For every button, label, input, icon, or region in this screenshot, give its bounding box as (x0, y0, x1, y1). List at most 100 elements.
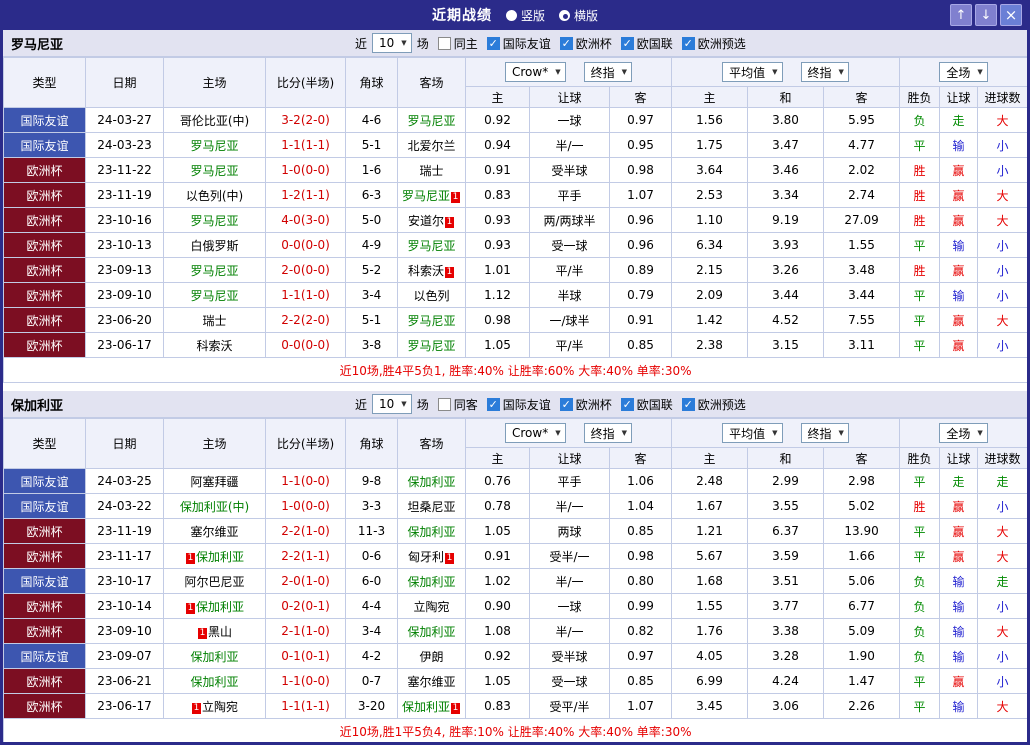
home-team[interactable]: 1 黑山 (163, 618, 266, 644)
away-team[interactable]: 保加利亚 (397, 568, 466, 594)
result-wdl: 平 (899, 543, 941, 569)
checkbox-unchecked-icon (437, 397, 451, 411)
away-team[interactable]: 科索沃 1 (397, 257, 466, 283)
layout-radio-horizontal[interactable]: 横版 (559, 7, 598, 24)
red-card-icon: 1 (191, 702, 201, 714)
result-goals: 小 (977, 593, 1027, 619)
home-team[interactable]: 罗马尼亚 (163, 157, 266, 183)
fulltime-select[interactable]: 全场 ▼ (939, 62, 988, 82)
away-team[interactable]: 罗马尼亚 (397, 332, 466, 358)
away-team[interactable]: 罗马尼亚 (397, 232, 466, 258)
odds-handicap: 一/球半 (529, 307, 610, 333)
avg-odds-select[interactable]: 平均值 ▼ (722, 62, 783, 82)
competition-checkbox-friendly[interactable]: ✓ 国际友谊 (486, 396, 551, 413)
away-team[interactable]: 罗马尼亚 1 (397, 182, 466, 208)
match-count-select[interactable]: 10 ▼ (372, 394, 412, 414)
scroll-down-button[interactable]: ↓ (975, 4, 997, 26)
competition-checkbox-eurocup[interactable]: ✓ 欧洲杯 (559, 35, 612, 52)
home-team[interactable]: 罗马尼亚 (163, 207, 266, 233)
match-score: 0-0(0-0) (265, 232, 346, 258)
home-team[interactable]: 罗马尼亚 (163, 257, 266, 283)
home-team[interactable]: 科索沃 (163, 332, 266, 358)
away-team[interactable]: 安道尔 1 (397, 207, 466, 233)
corner-score: 4-6 (345, 107, 398, 133)
away-team[interactable]: 立陶宛 (397, 593, 466, 619)
layout-radio-vertical[interactable]: 竖版 (505, 7, 545, 24)
avg-home: 2.15 (671, 257, 749, 283)
home-team[interactable]: 阿塞拜疆 (163, 468, 266, 494)
away-team[interactable]: 保加利亚 1 (397, 693, 466, 719)
home-team[interactable]: 阿尔巴尼亚 (163, 568, 266, 594)
match-row: 欧洲杯 23-10-14 1 保加利亚 0-2(0-1) 4-4 立陶宛 0.90 一球 0.99… (3, 593, 1027, 619)
away-team[interactable]: 保加利亚 (397, 618, 466, 644)
away-team[interactable]: 罗马尼亚 (397, 107, 466, 133)
odds-time-select[interactable]: 终指 ▼ (583, 423, 633, 443)
odds-time-select[interactable]: 终指 ▼ (583, 62, 633, 82)
match-score: 2-2(1-1) (265, 543, 346, 569)
competition-checkbox-euro-qualifiers[interactable]: ✓ 欧洲预选 (681, 396, 746, 413)
odds-company-select[interactable]: Crow* ▼ (505, 62, 566, 82)
close-button[interactable]: × (1000, 4, 1022, 26)
home-team[interactable]: 瑞士 (163, 307, 266, 333)
match-date: 23-10-16 (85, 207, 164, 233)
avg-away: 7.55 (823, 307, 901, 333)
home-team[interactable]: 白俄罗斯 (163, 232, 266, 258)
match-date: 23-09-07 (85, 643, 164, 669)
away-team[interactable]: 以色列 (397, 282, 466, 308)
competition-checkbox-nations-league[interactable]: ✓ 欧国联 (620, 35, 673, 52)
competition-checkbox-friendly[interactable]: ✓ 国际友谊 (486, 35, 551, 52)
away-team[interactable]: 坦桑尼亚 (397, 493, 466, 519)
result-handicap: 输 (939, 593, 979, 619)
avg-time-select[interactable]: 终指 ▼ (800, 62, 849, 82)
away-team[interactable]: 罗马尼亚 (397, 307, 466, 333)
avg-time-select[interactable]: 终指 ▼ (800, 423, 849, 443)
home-team[interactable]: 1 保加利亚 (163, 543, 266, 569)
home-team[interactable]: 罗马尼亚 (163, 132, 266, 158)
match-row: 欧洲杯 23-06-21 保加利亚 1-1(0-0) 0-7 塞尔维亚 1.05 受一球 0.8… (3, 668, 1027, 694)
odds-source-group: Crow* ▼ 终指 ▼ (464, 418, 673, 448)
avg-away: 1.90 (823, 643, 901, 669)
result-wdl: 平 (899, 332, 941, 358)
home-team[interactable]: 以色列(中) (163, 182, 266, 208)
avg-draw: 3.51 (747, 568, 825, 594)
odds-company-select[interactable]: Crow* ▼ (505, 423, 566, 443)
match-count-select[interactable]: 10 ▼ (372, 33, 412, 53)
result-handicap: 输 (939, 568, 979, 594)
competition-checkbox-eurocup[interactable]: ✓ 欧洲杯 (559, 396, 612, 413)
competition-checkbox-nations-league[interactable]: ✓ 欧国联 (620, 396, 673, 413)
col-date: 日期 (85, 418, 164, 469)
away-team[interactable]: 伊朗 (397, 643, 466, 669)
avg-odds-select[interactable]: 平均值 ▼ (722, 423, 783, 443)
home-team[interactable]: 保加利亚 (163, 668, 266, 694)
away-team[interactable]: 匈牙利 1 (397, 543, 466, 569)
result-wdl: 胜 (899, 182, 941, 208)
home-team[interactable]: 保加利亚 (163, 643, 266, 669)
away-team[interactable]: 北爱尔兰 (397, 132, 466, 158)
home-team[interactable]: 哥伦比亚(中) (163, 107, 266, 133)
fulltime-select[interactable]: 全场 ▼ (939, 423, 988, 443)
away-team[interactable]: 塞尔维亚 (397, 668, 466, 694)
result-handicap: 赢 (939, 182, 979, 208)
corner-score: 4-9 (345, 232, 398, 258)
match-date: 23-11-17 (85, 543, 164, 569)
away-team[interactable]: 保加利亚 (397, 468, 466, 494)
away-team[interactable]: 瑞士 (397, 157, 466, 183)
competition-checkbox-euro-qualifiers[interactable]: ✓ 欧洲预选 (681, 35, 746, 52)
same-venue-checkbox[interactable]: 同主 (437, 35, 478, 52)
same-venue-checkbox[interactable]: 同客 (437, 396, 478, 413)
avg-home: 1.42 (671, 307, 749, 333)
away-team[interactable]: 保加利亚 (397, 518, 466, 544)
match-type-badge: 欧洲杯 (3, 157, 86, 183)
result-handicap: 赢 (939, 307, 979, 333)
home-team[interactable]: 罗马尼亚 (163, 282, 266, 308)
col-avg-home: 主 (671, 86, 749, 108)
home-team[interactable]: 塞尔维亚 (163, 518, 266, 544)
odds-handicap: 半球 (529, 282, 610, 308)
match-row: 欧洲杯 23-11-22 罗马尼亚 1-0(0-0) 1-6 瑞士 0.91 受半球 0.98 3… (3, 157, 1027, 183)
home-team[interactable]: 保加利亚(中) (163, 493, 266, 519)
avg-away: 3.44 (823, 282, 901, 308)
odds-handicap: 两球 (529, 518, 610, 544)
home-team[interactable]: 1 保加利亚 (163, 593, 266, 619)
home-team[interactable]: 1 立陶宛 (163, 693, 266, 719)
scroll-up-button[interactable]: ↑ (950, 4, 972, 26)
